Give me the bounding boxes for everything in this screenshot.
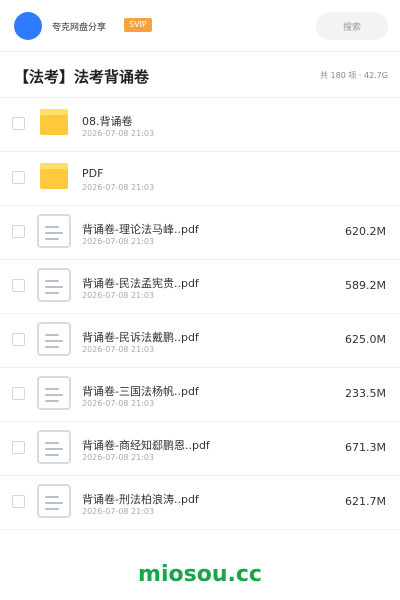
file-name: 背诵卷-商经知郄鹏恩..pdf (82, 439, 210, 452)
file-date: 2026-07-08 21:03 (82, 183, 155, 192)
document-icon (37, 214, 71, 248)
file-date: 2026-07-08 21:03 (82, 453, 155, 462)
file-date: 2026-07-08 21:03 (82, 237, 155, 246)
file-size: 671.3M (345, 441, 386, 454)
document-icon (37, 268, 71, 302)
file-name: 背诵卷-民诉法戴鹏..pdf (82, 331, 199, 344)
file-name: 背诵卷-刑法柏浪涛..pdf (82, 493, 199, 506)
file-size: 625.0M (345, 333, 386, 346)
document-icon (37, 430, 71, 464)
select-checkbox[interactable] (12, 225, 25, 238)
file-row[interactable]: 背诵卷-刑法柏浪涛..pdf 2026-07-08 21:03 621.7M (0, 476, 400, 530)
file-name: 背诵卷-民法孟宪贵..pdf (82, 277, 199, 290)
select-checkbox[interactable] (12, 279, 25, 292)
file-row[interactable]: 背诵卷-理论法马峰..pdf 2026-07-08 21:03 620.2M (0, 206, 400, 260)
select-checkbox[interactable] (12, 441, 25, 454)
file-row[interactable]: 背诵卷-商经知郄鹏恩..pdf 2026-07-08 21:03 671.3M (0, 422, 400, 476)
file-name: 背诵卷-理论法马峰..pdf (82, 223, 199, 236)
file-row[interactable]: 08.背诵卷 2026-07-08 21:03 (0, 98, 400, 152)
select-checkbox[interactable] (12, 117, 25, 130)
folder-stats: 共 180 项 · 42.7G (320, 71, 388, 80)
file-row[interactable]: 背诵卷-三国法杨帆..pdf 2026-07-08 21:03 233.5M (0, 368, 400, 422)
avatar[interactable] (14, 12, 42, 40)
folder-icon (37, 106, 71, 140)
file-date: 2026-07-08 21:03 (82, 345, 155, 354)
folder-icon (37, 160, 71, 194)
vip-badge: SVIP (124, 18, 152, 32)
file-size: 589.2M (345, 279, 386, 292)
file-size: 620.2M (345, 225, 386, 238)
file-name: 08.背诵卷 (82, 115, 133, 128)
file-date: 2026-07-08 21:03 (82, 507, 155, 516)
file-date: 2026-07-08 21:03 (82, 129, 155, 138)
file-name: 背诵卷-三国法杨帆..pdf (82, 385, 199, 398)
document-icon (37, 376, 71, 410)
select-checkbox[interactable] (12, 333, 25, 346)
app-name: 夸克网盘分享 (52, 23, 107, 33)
top-bar: 夸克网盘分享 SVIP 搜索 (0, 0, 400, 52)
watermark: miosou.cc (138, 562, 262, 587)
file-row[interactable]: PDF 2026-07-08 21:03 (0, 152, 400, 206)
folder-header: 【法考】法考背诵卷 共 180 项 · 42.7G (0, 58, 400, 98)
document-icon (37, 484, 71, 518)
select-checkbox[interactable] (12, 387, 25, 400)
file-date: 2026-07-08 21:03 (82, 291, 155, 300)
file-size: 233.5M (345, 387, 386, 400)
file-date: 2026-07-08 21:03 (82, 399, 155, 408)
search-input[interactable]: 搜索 (316, 12, 388, 40)
document-icon (37, 322, 71, 356)
select-checkbox[interactable] (12, 495, 25, 508)
file-row[interactable]: 背诵卷-民诉法戴鹏..pdf 2026-07-08 21:03 625.0M (0, 314, 400, 368)
select-checkbox[interactable] (12, 171, 25, 184)
file-name: PDF (82, 167, 104, 180)
file-list: 08.背诵卷 2026-07-08 21:03 PDF 2026-07-08 2… (0, 98, 400, 530)
file-size: 621.7M (345, 495, 386, 508)
folder-title: 【法考】法考背诵卷 (14, 68, 150, 86)
file-row[interactable]: 背诵卷-民法孟宪贵..pdf 2026-07-08 21:03 589.2M (0, 260, 400, 314)
